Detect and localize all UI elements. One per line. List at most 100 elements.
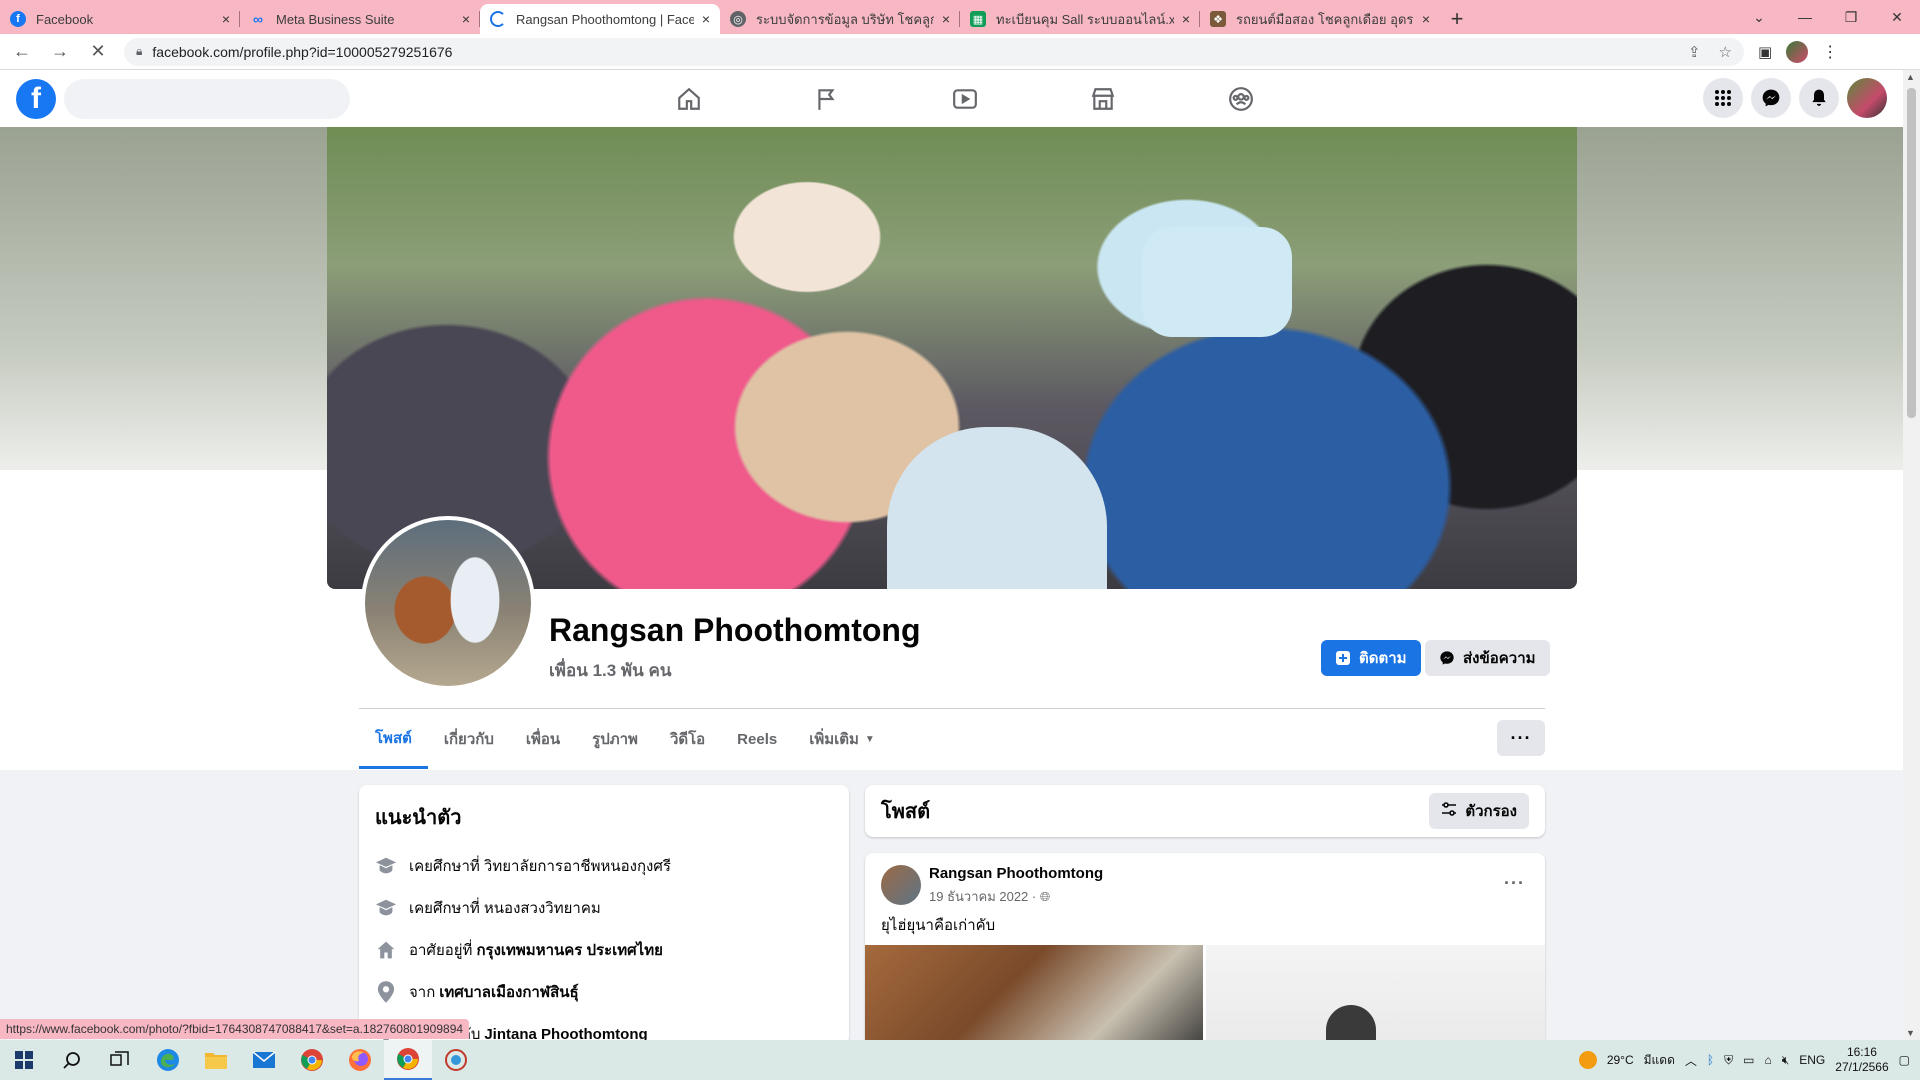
profile-name: Rangsan Phoothomtong [549, 612, 921, 648]
tab-close-icon[interactable]: × [942, 11, 950, 27]
send-message-label: ส่งข้อความ [1463, 650, 1536, 667]
follow-button[interactable]: ติดตาม [1321, 640, 1421, 676]
posts-header-card: โพสต์ ตัวกรอง [865, 785, 1545, 837]
site-favicon-icon: ❖ [1210, 11, 1226, 27]
tab-photos[interactable]: รูปภาพ [576, 709, 654, 769]
tab-about[interactable]: เกี่ยวกับ [428, 709, 510, 769]
chrome-profile-icon[interactable] [384, 1040, 432, 1080]
messenger-icon[interactable] [1751, 78, 1791, 118]
filter-label: ตัวกรอง [1465, 803, 1517, 820]
network-icon[interactable]: ⌂ [1764, 1053, 1771, 1067]
clock[interactable]: 16:16 27/1/2566 [1835, 1045, 1888, 1075]
browser-tab-strip: f Facebook × ∞ Meta Business Suite × Ran… [0, 0, 1920, 34]
notification-center-icon[interactable]: ▢ [1899, 1053, 1910, 1067]
tab-more[interactable]: เพิ่มเติม ▼ [793, 709, 891, 769]
tab-videos[interactable]: วิดีโอ [654, 709, 721, 769]
task-view-icon[interactable] [96, 1040, 144, 1080]
friend-count[interactable]: เพื่อน 1.3 พัน คน [549, 657, 671, 684]
tab-friends[interactable]: เพื่อน [510, 709, 576, 769]
weather-temp[interactable]: 29°C [1607, 1053, 1634, 1067]
intro-item-link[interactable]: กรุงเทพมหานคร ประเทศไทย [476, 938, 662, 962]
restore-icon[interactable]: ❐ [1828, 0, 1874, 34]
facebook-search-input[interactable] [64, 78, 350, 119]
chrome-icon[interactable] [288, 1040, 336, 1080]
facebook-favicon-icon: f [10, 11, 26, 27]
new-tab-button[interactable]: + [1440, 4, 1474, 34]
follow-icon [1336, 651, 1350, 665]
tab-close-icon[interactable]: × [1182, 11, 1190, 27]
minimize-icon[interactable]: — [1782, 0, 1828, 34]
windows-start-icon[interactable] [0, 1040, 48, 1080]
back-arrow-icon[interactable]: ← [6, 36, 38, 68]
search-icon[interactable] [48, 1040, 96, 1080]
cover-photo[interactable] [327, 127, 1577, 589]
app-icon[interactable] [432, 1040, 480, 1080]
profile-more-options-button[interactable]: ··· [1497, 720, 1545, 756]
profile-picture[interactable] [361, 516, 535, 690]
forward-arrow-icon[interactable]: → [44, 36, 76, 68]
edge-browser-icon[interactable] [144, 1040, 192, 1080]
intro-item-text: จาก [409, 984, 436, 1001]
battery-icon[interactable]: ▭ [1743, 1053, 1754, 1067]
post-options-button[interactable]: ··· [1504, 873, 1525, 894]
tab-close-icon[interactable]: × [222, 11, 230, 27]
browser-tab-meta-business-suite[interactable]: ∞ Meta Business Suite × [240, 4, 480, 34]
status-link-preview: https://www.facebook.com/photo/?fbid=176… [0, 1019, 470, 1039]
system-tray: 29°C มีแดด ︿ ᛒ ⛨ ▭ ⌂ 🔇︎ ENG 16:16 27/1/2… [1578, 1040, 1910, 1080]
weather-sun-icon[interactable] [1578, 1051, 1597, 1069]
firefox-icon[interactable] [336, 1040, 384, 1080]
close-window-icon[interactable]: ✕ [1874, 0, 1920, 34]
lock-icon[interactable]: 🔒︎ [136, 44, 142, 59]
browser-menu-icon[interactable]: ⋮ [1822, 42, 1838, 62]
send-message-button[interactable]: ส่งข้อความ [1425, 640, 1550, 676]
facebook-logo-icon[interactable]: f [16, 78, 56, 119]
groups-icon[interactable] [1172, 70, 1310, 127]
sheets-favicon-icon: ▦ [970, 11, 986, 27]
file-explorer-icon[interactable] [192, 1040, 240, 1080]
share-icon[interactable]: ⇪ [1688, 43, 1701, 61]
post-photo[interactable] [865, 945, 1203, 1053]
post-author-avatar[interactable] [881, 865, 921, 905]
side-panel-icon[interactable]: ▣ [1758, 43, 1772, 61]
browser-tab-profile[interactable]: Rangsan Phoothomtong | Facebook × [480, 4, 720, 34]
browser-tab-data-system[interactable]: ◎ ระบบจัดการข้อมูล บริษัท โชคลูกเดือย × [720, 4, 960, 34]
scrollbar-thumb[interactable] [1907, 88, 1916, 418]
intro-item: จาก เทศบาลเมืองกาฬสินธุ์ [375, 971, 833, 1013]
menu-grid-icon[interactable] [1703, 78, 1743, 118]
tab-reels[interactable]: Reels [721, 709, 793, 769]
post-photo[interactable] [1206, 945, 1545, 1053]
tab-close-icon[interactable]: × [1422, 11, 1430, 27]
tab-posts[interactable]: โพสต์ [359, 709, 428, 769]
bookmark-star-icon[interactable]: ☆ [1719, 43, 1732, 61]
bluetooth-icon[interactable]: ᛒ [1707, 1053, 1714, 1067]
address-bar[interactable]: 🔒︎ facebook.com/profile.php?id=100005279… [124, 37, 1744, 66]
browser-profile-avatar[interactable] [1786, 40, 1809, 63]
show-hidden-icons-icon[interactable]: ︿ [1685, 1052, 1697, 1069]
intro-item-link[interactable]: เทศบาลเมืองกาฬสินธุ์ [439, 980, 578, 1004]
post-date[interactable]: 19 ธันวาคม 2022 · 🌐︎ [929, 886, 1103, 907]
marketplace-store-icon[interactable] [1034, 70, 1172, 127]
mail-icon[interactable] [240, 1040, 288, 1080]
security-shield-icon[interactable]: ⛨ [1724, 1053, 1733, 1068]
watch-video-icon[interactable] [896, 70, 1034, 127]
post-text: ยุไฮ่ยุนาคือเก่าคับ [881, 917, 996, 934]
tab-close-icon[interactable]: × [702, 11, 710, 27]
browser-tab-sheets[interactable]: ▦ ทะเบียนคุม Sall ระบบออนไลน์.xlsx - G × [960, 4, 1200, 34]
clock-date: 27/1/2566 [1835, 1060, 1889, 1074]
weather-desc[interactable]: มีแดด [1644, 1051, 1675, 1070]
post-author-name[interactable]: Rangsan Phoothomtong [929, 865, 1103, 882]
tab-close-icon[interactable]: × [462, 11, 470, 27]
intro-card: แนะนำตัว เคยศึกษาที่ วิทยาลัยการอาชีพหนอ… [359, 785, 849, 1045]
account-avatar[interactable] [1847, 78, 1887, 118]
browser-tab-used-cars[interactable]: ❖ รถยนต์มือสอง โชคลูกเดือย อุดรธานี × [1200, 4, 1440, 34]
tab-search-icon[interactable]: ⌄ [1736, 0, 1782, 34]
page-scrollbar[interactable]: ▲ ▼ [1903, 70, 1920, 1040]
home-icon[interactable] [620, 70, 758, 127]
notifications-bell-icon[interactable] [1799, 78, 1839, 118]
browser-tab-facebook[interactable]: f Facebook × [0, 4, 240, 34]
volume-muted-icon[interactable]: 🔇︎ [1782, 1053, 1790, 1068]
language-indicator[interactable]: ENG [1799, 1053, 1825, 1067]
filter-button[interactable]: ตัวกรอง [1429, 793, 1529, 829]
stop-loading-icon[interactable]: ✕ [82, 36, 114, 68]
pages-flag-icon[interactable] [758, 70, 896, 127]
